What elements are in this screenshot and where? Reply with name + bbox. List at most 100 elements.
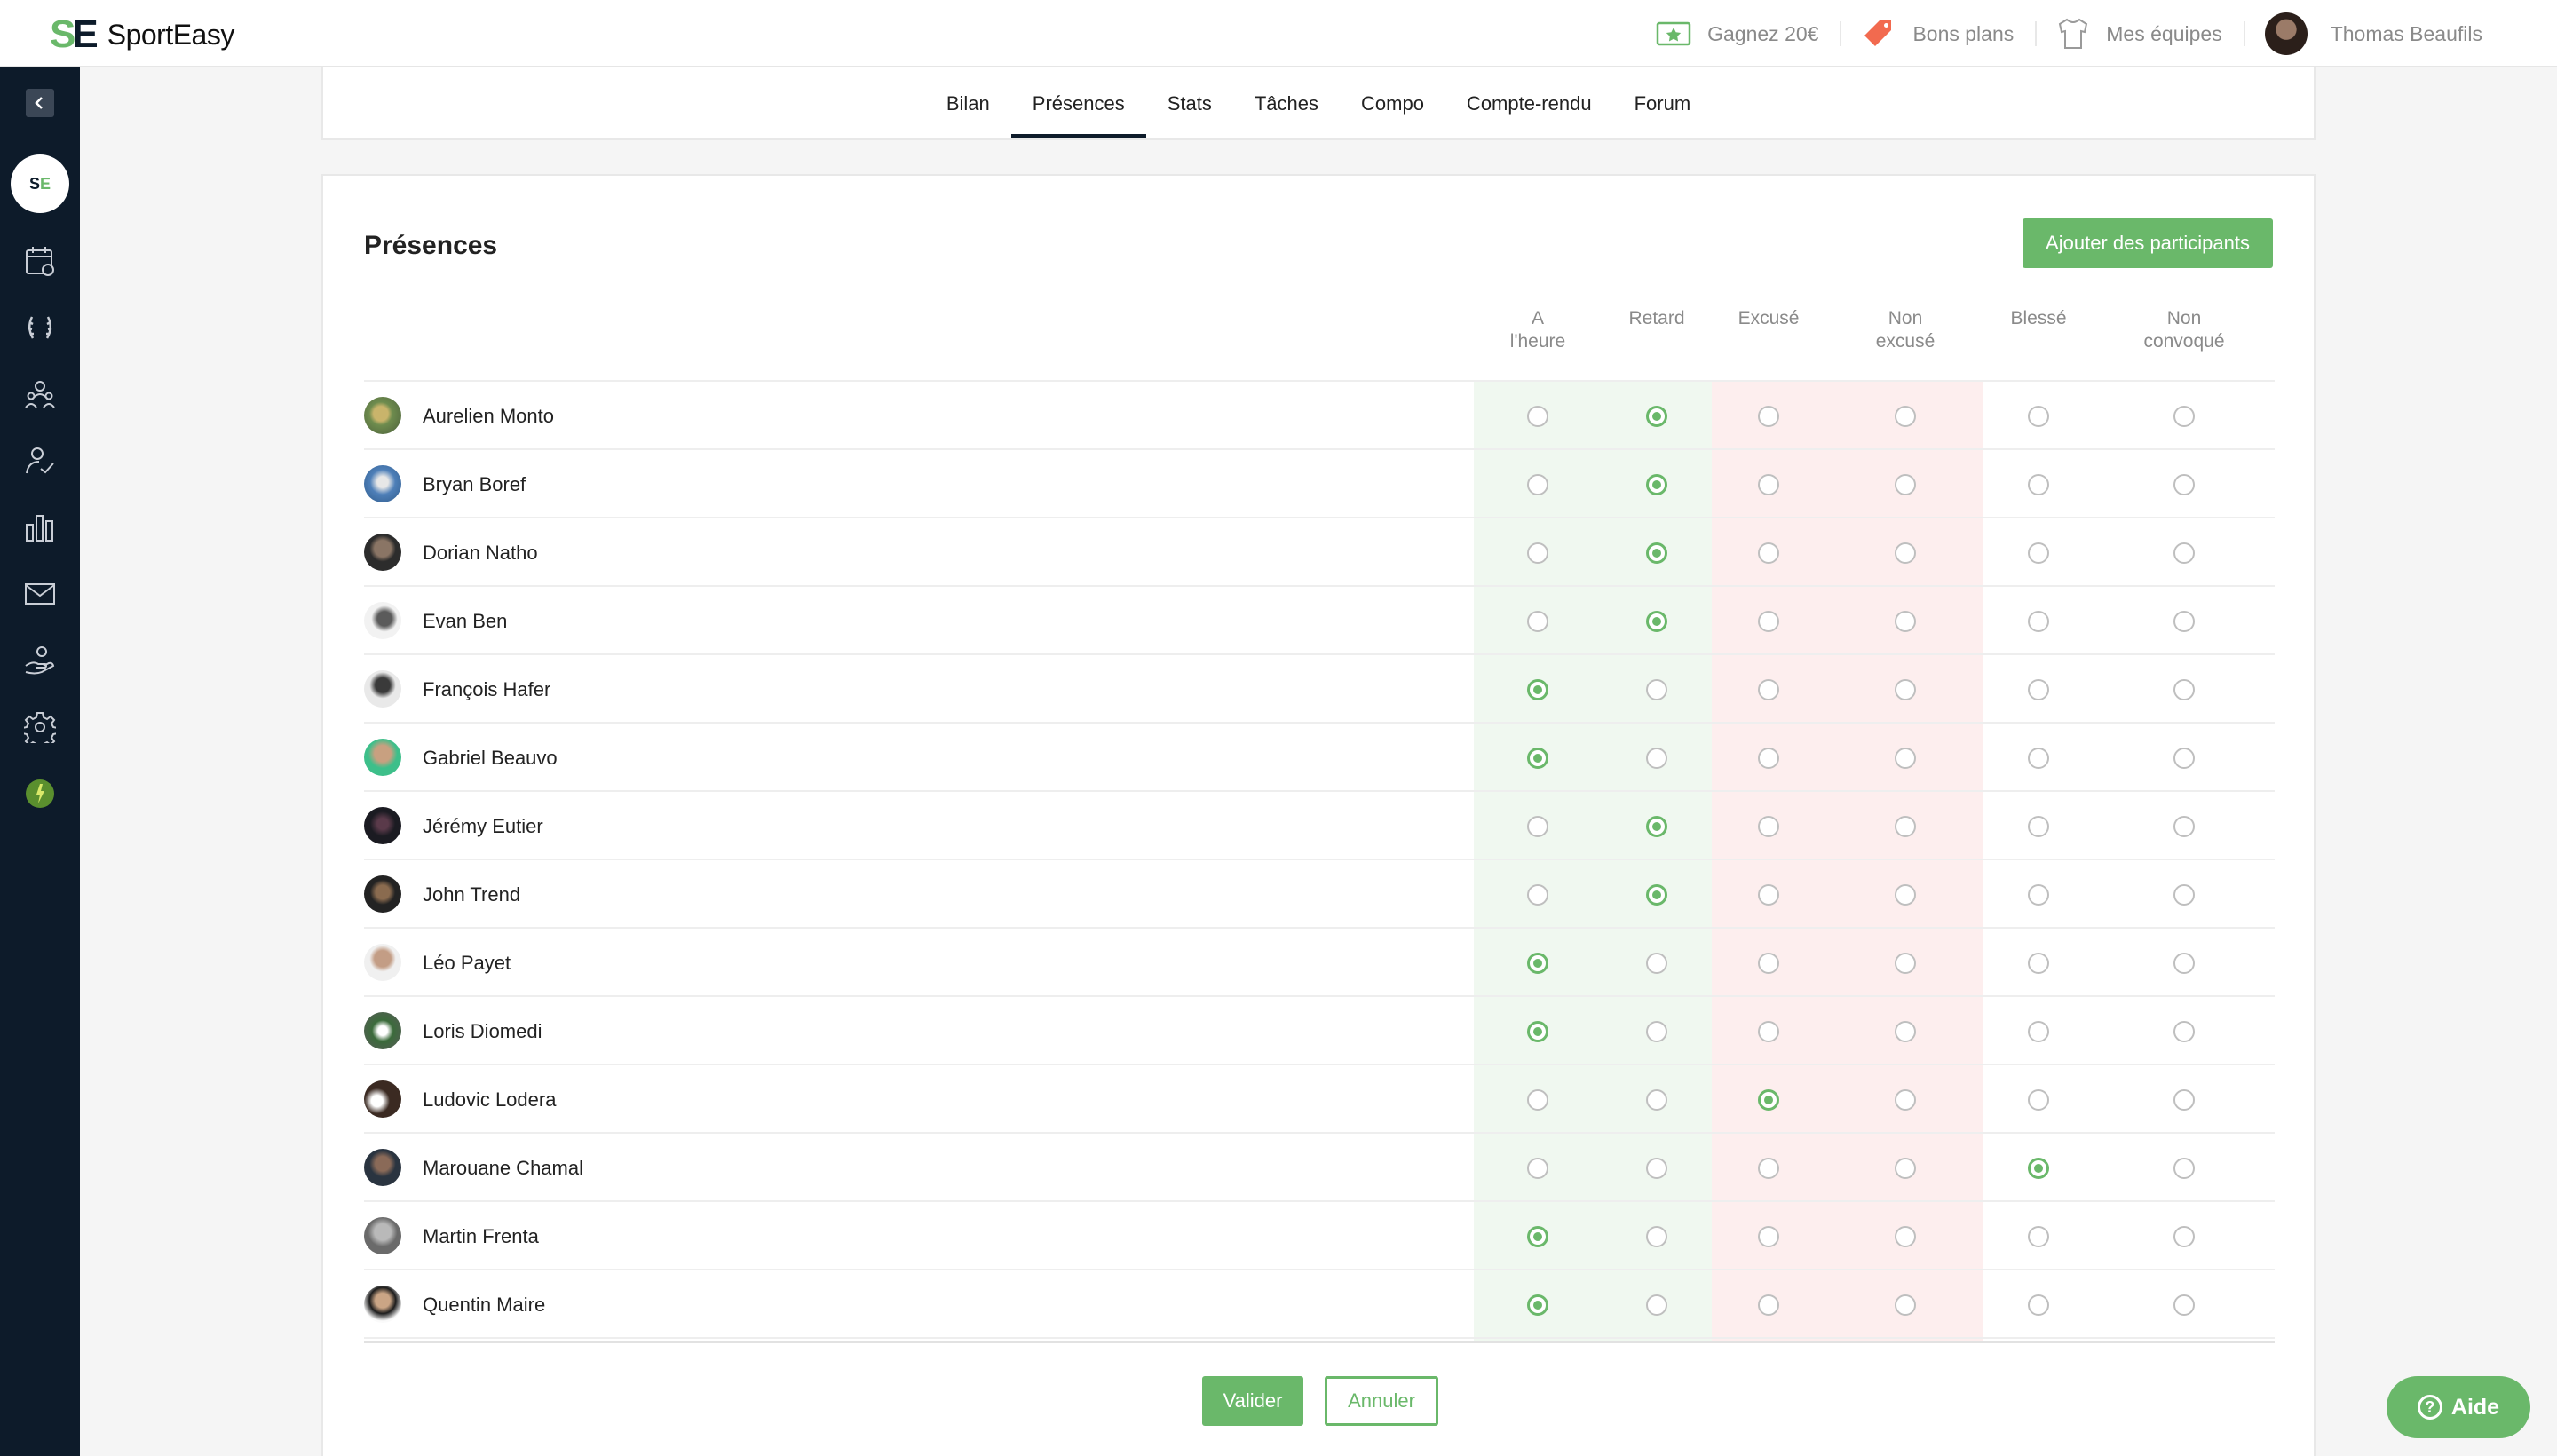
player-name[interactable]: Loris Diomedi [423, 997, 542, 1065]
attendance-radio-5[interactable] [2173, 953, 2195, 974]
attendance-radio-1[interactable] [1646, 1158, 1667, 1179]
player-name[interactable]: François Hafer [423, 655, 550, 724]
attendance-radio-5[interactable] [2173, 1021, 2195, 1042]
attendance-radio-0[interactable] [1527, 474, 1548, 495]
add-participants-button[interactable]: Ajouter des participants [2023, 218, 2273, 268]
attendance-radio-2[interactable] [1758, 474, 1779, 495]
attendance-radio-4[interactable] [2028, 884, 2049, 906]
attendance-radio-2[interactable] [1758, 748, 1779, 769]
attendance-radio-3[interactable] [1895, 1294, 1916, 1316]
attendance-radio-0[interactable] [1527, 1226, 1548, 1247]
tab-5[interactable]: Compte-rendu [1445, 67, 1613, 138]
attendance-radio-3[interactable] [1895, 406, 1916, 427]
attendance-radio-4[interactable] [2028, 1294, 2049, 1316]
attendance-radio-2[interactable] [1758, 953, 1779, 974]
attendance-radio-1[interactable] [1646, 953, 1667, 974]
stats-icon[interactable] [24, 511, 56, 543]
cancel-button[interactable]: Annuler [1325, 1376, 1438, 1426]
tab-2[interactable]: Stats [1146, 67, 1233, 138]
attendance-radio-5[interactable] [2173, 542, 2195, 564]
attendance-radio-4[interactable] [2028, 1021, 2049, 1042]
attendance-radio-1[interactable] [1646, 884, 1667, 906]
player-name[interactable]: Martin Frenta [423, 1202, 539, 1270]
attendance-radio-4[interactable] [2028, 1226, 2049, 1247]
attendance-radio-3[interactable] [1895, 1158, 1916, 1179]
player-name[interactable]: Ludovic Lodera [423, 1065, 556, 1134]
attendance-radio-3[interactable] [1895, 542, 1916, 564]
attendance-radio-4[interactable] [2028, 474, 2049, 495]
calendar-icon[interactable] [24, 245, 56, 277]
tab-3[interactable]: Tâches [1233, 67, 1340, 138]
attendance-radio-4[interactable] [2028, 542, 2049, 564]
attendance-radio-3[interactable] [1895, 1226, 1916, 1247]
attendance-radio-0[interactable] [1527, 679, 1548, 700]
attendance-radio-5[interactable] [2173, 679, 2195, 700]
attendance-radio-2[interactable] [1758, 884, 1779, 906]
attendance-radio-1[interactable] [1646, 1089, 1667, 1111]
gear-icon[interactable] [24, 711, 56, 743]
attendance-radio-0[interactable] [1527, 884, 1548, 906]
club-badge-icon[interactable] [24, 778, 56, 810]
attendance-radio-1[interactable] [1646, 474, 1667, 495]
hand-money-icon[interactable] [24, 645, 56, 677]
attendance-radio-4[interactable] [2028, 406, 2049, 427]
attendance-radio-3[interactable] [1895, 1021, 1916, 1042]
attendance-radio-5[interactable] [2173, 611, 2195, 632]
attendance-radio-0[interactable] [1527, 611, 1548, 632]
attendance-radio-5[interactable] [2173, 816, 2195, 837]
attendance-radio-1[interactable] [1646, 679, 1667, 700]
user-menu[interactable]: Thomas Beaufils [2243, 0, 2504, 67]
attendance-radio-2[interactable] [1758, 1021, 1779, 1042]
attendance-radio-0[interactable] [1527, 748, 1548, 769]
attendance-radio-2[interactable] [1758, 1158, 1779, 1179]
attendance-radio-1[interactable] [1646, 816, 1667, 837]
attendance-radio-2[interactable] [1758, 816, 1779, 837]
attendance-radio-5[interactable] [2173, 1226, 2195, 1247]
attendance-radio-2[interactable] [1758, 1089, 1779, 1111]
attendance-radio-1[interactable] [1646, 1226, 1667, 1247]
player-name[interactable]: Jérémy Eutier [423, 792, 543, 860]
team-members-icon[interactable] [24, 378, 56, 410]
validate-button[interactable]: Valider [1202, 1376, 1303, 1426]
attendance-radio-2[interactable] [1758, 611, 1779, 632]
attendance-radio-3[interactable] [1895, 953, 1916, 974]
attendance-radio-4[interactable] [2028, 953, 2049, 974]
attendance-radio-3[interactable] [1895, 679, 1916, 700]
attendance-radio-5[interactable] [2173, 1158, 2195, 1179]
player-name[interactable]: Léo Payet [423, 929, 511, 997]
attendance-radio-1[interactable] [1646, 611, 1667, 632]
tab-4[interactable]: Compo [1340, 67, 1445, 138]
attendance-radio-5[interactable] [2173, 406, 2195, 427]
attendance-radio-0[interactable] [1527, 953, 1548, 974]
player-name[interactable]: Evan Ben [423, 587, 507, 655]
attendance-radio-0[interactable] [1527, 542, 1548, 564]
tab-1[interactable]: Présences [1010, 67, 1146, 138]
attendance-radio-3[interactable] [1895, 816, 1916, 837]
attendance-radio-0[interactable] [1527, 406, 1548, 427]
player-name[interactable]: Gabriel Beauvo [423, 724, 558, 792]
mail-icon[interactable] [24, 578, 56, 610]
player-name[interactable]: Aurelien Monto [423, 382, 554, 450]
attendance-radio-2[interactable] [1758, 406, 1779, 427]
player-name[interactable]: Quentin Maire [423, 1270, 545, 1339]
attendance-radio-1[interactable] [1646, 542, 1667, 564]
deals-link[interactable]: Bons plans [1840, 0, 2035, 67]
attendance-radio-4[interactable] [2028, 679, 2049, 700]
player-name[interactable]: John Trend [423, 860, 520, 929]
attendance-radio-4[interactable] [2028, 816, 2049, 837]
attendance-radio-3[interactable] [1895, 474, 1916, 495]
laurel-icon[interactable] [24, 312, 56, 344]
sporteasy-logo[interactable]: SE SportEasy [50, 15, 234, 54]
attendance-radio-2[interactable] [1758, 679, 1779, 700]
attendance-radio-3[interactable] [1895, 884, 1916, 906]
attendance-radio-1[interactable] [1646, 1294, 1667, 1316]
attendance-radio-0[interactable] [1527, 1294, 1548, 1316]
help-button[interactable]: ? Aide [2387, 1376, 2530, 1438]
attendance-radio-5[interactable] [2173, 1089, 2195, 1111]
attendance-check-icon[interactable] [24, 445, 56, 477]
attendance-radio-4[interactable] [2028, 1158, 2049, 1179]
attendance-radio-4[interactable] [2028, 1089, 2049, 1111]
tab-6[interactable]: Forum [1613, 67, 1713, 138]
collapse-sidebar-button[interactable] [26, 89, 54, 117]
attendance-radio-5[interactable] [2173, 748, 2195, 769]
